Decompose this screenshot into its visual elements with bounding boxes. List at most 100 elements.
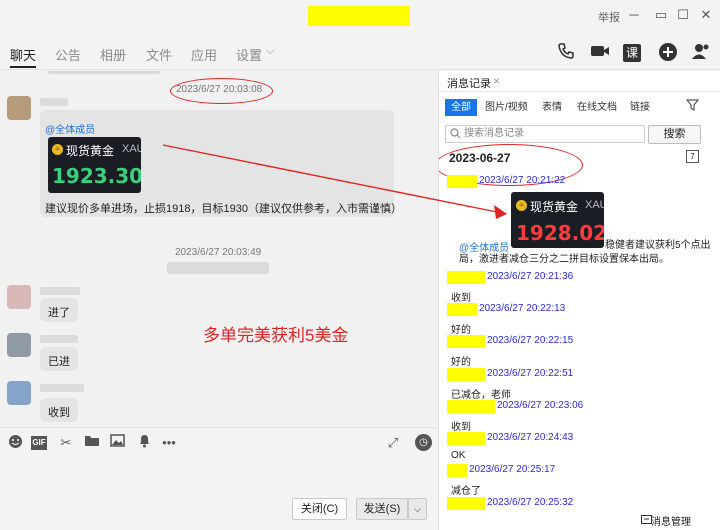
search-icon (450, 128, 461, 142)
message-text: 进了 (48, 307, 70, 319)
panel-title: 消息记录 (447, 78, 491, 90)
history-message-text: OK (451, 450, 466, 461)
history-timestamp: 2023/6/27 20:25:32 (487, 497, 574, 508)
mention-all[interactable]: @全体成员 (45, 121, 95, 136)
report-link[interactable]: 举报 (598, 9, 620, 25)
scissors-icon[interactable]: ✂ (57, 434, 75, 452)
gold-coin-icon: ≈ (52, 144, 63, 155)
sender-redaction (447, 335, 485, 348)
trade-advice-text: 建议现价多单进场，止损1918，目标1930（建议仅供参考，入市需谨慎） (45, 203, 402, 215)
avatar[interactable] (7, 285, 31, 309)
tab-images-videos[interactable]: 图片/视频 (485, 99, 528, 116)
input-toolbar: GIF ✂ ••• ⤢ ◷ (0, 427, 437, 457)
sender-name-blurred (40, 335, 78, 343)
history-timestamp: 2023/6/27 20:24:43 (487, 432, 574, 443)
gold-card-title: 现货黄金 (530, 200, 579, 214)
avatar[interactable] (7, 381, 31, 405)
history-message-text: 减仓了 (451, 486, 481, 497)
tab-stickers[interactable]: 表情 (542, 99, 562, 116)
message-timestamp: 2023/6/27 20:03:49 (175, 247, 262, 258)
profit-annotation: 多单完美获利5美金 (203, 326, 349, 345)
message-management-link[interactable]: 消息管理 (651, 513, 691, 528)
history-timestamp: 2023/6/27 20:21:22 (479, 175, 566, 186)
window-pin-icon[interactable]: ▭ (652, 6, 670, 24)
calendar-icon[interactable]: 7 (686, 150, 699, 163)
gold-price-card: ≈ 现货黄金 XAU 1923.30 (48, 137, 141, 193)
tab-all[interactable]: 全部 (445, 99, 477, 116)
sender-name-blurred (40, 287, 80, 295)
chat-history[interactable]: 2023/6/27 20:03:08 @全体成员 ≈ 现货黄金 XAU 1923… (0, 71, 437, 426)
expand-icon[interactable]: ⤢ (384, 434, 402, 452)
divider (439, 91, 720, 92)
sender-redaction (447, 497, 485, 510)
history-timestamp: 2023/6/27 20:21:36 (487, 271, 574, 282)
gif-icon[interactable]: GIF (31, 436, 47, 450)
sender-redaction (447, 464, 467, 477)
tab-online-docs[interactable]: 在线文档 (577, 99, 617, 116)
sender-name-blurred (40, 384, 84, 392)
send-options-chevron-icon[interactable]: ⌵ (408, 498, 427, 520)
active-tab-underline (10, 66, 36, 68)
close-icon[interactable]: ✕ (697, 6, 715, 24)
sender-redaction (447, 432, 485, 445)
emoji-icon[interactable] (6, 434, 24, 452)
tab-announcement[interactable]: 公告 (55, 45, 81, 64)
sender-redaction (447, 303, 477, 316)
history-message-text: 好的 (451, 325, 471, 336)
filter-icon[interactable] (685, 99, 700, 116)
blurred-message (48, 71, 160, 74)
phone-icon[interactable] (555, 42, 577, 64)
sender-name-blurred (40, 98, 68, 106)
history-timestamp: 2023/6/27 20:23:06 (497, 400, 584, 411)
history-icon[interactable]: ◷ (415, 434, 432, 451)
search-button[interactable]: 搜索 (648, 125, 701, 144)
tab-links[interactable]: 链接 (630, 99, 650, 116)
history-timestamp: 2023/6/27 20:22:51 (487, 368, 574, 379)
gold-card-symbol: XAU (585, 199, 604, 211)
more-dots-icon[interactable]: ••• (160, 434, 178, 452)
message-history-panel: ‹ 消息记录 × 全部 图片/视频 表情 在线文档 链接 搜索消息记录 搜索 2… (438, 71, 720, 530)
folder-icon[interactable] (83, 434, 101, 452)
message-bubble[interactable]: 进了 (40, 298, 78, 322)
bell-icon[interactable] (135, 434, 153, 452)
sender-redaction (447, 368, 485, 381)
group-nav: 聊天 公告 相册 文件 应用 设置 ⌵ 课 (0, 36, 720, 70)
tab-apps[interactable]: 应用 (191, 45, 217, 64)
image-icon[interactable] (108, 434, 126, 452)
message-text: 收到 (48, 407, 70, 419)
message-timestamp: 2023/6/27 20:03:08 (176, 84, 263, 95)
blurred-system-message (167, 262, 269, 274)
sender-redaction (447, 400, 495, 413)
avatar[interactable] (7, 96, 31, 120)
date-header: 2023-06-27 (449, 151, 511, 165)
tab-files[interactable]: 文件 (146, 45, 172, 64)
message-input-area[interactable]: 关闭(C) 发送(S) ⌵ (0, 457, 437, 530)
tab-settings[interactable]: 设置 (236, 45, 262, 64)
message-bubble[interactable]: 已进 (40, 347, 78, 371)
send-button[interactable]: 发送(S) (356, 498, 408, 520)
video-icon[interactable] (589, 42, 611, 64)
avatar[interactable] (7, 333, 31, 357)
chevron-down-icon[interactable]: ⌵ (266, 45, 274, 58)
history-message-text: 好的 (451, 357, 471, 368)
tab-chat[interactable]: 聊天 (10, 45, 36, 64)
minimize-icon[interactable]: ─ (625, 6, 643, 24)
class-icon[interactable]: 课 (623, 44, 641, 62)
add-icon[interactable] (657, 42, 679, 64)
tab-album[interactable]: 相册 (100, 45, 126, 64)
group-name-redaction (308, 6, 410, 26)
search-input[interactable]: 搜索消息记录 (445, 125, 645, 143)
close-icon[interactable]: × (493, 74, 500, 88)
gold-coin-icon: ≈ (516, 200, 527, 211)
group-members-icon[interactable] (690, 42, 712, 64)
message-text: 已进 (48, 356, 70, 368)
maximize-icon[interactable]: ☐ (674, 6, 692, 24)
sender-redaction (447, 175, 477, 188)
gold-card-symbol: XAU (122, 143, 141, 155)
gold-card-title: 现货黄金 (66, 144, 115, 158)
close-button[interactable]: 关闭(C) (292, 498, 347, 520)
history-message-text: 稳健者建议获利5个点出局，激进者减仓三分之二拼目标设置保本出局。 (459, 240, 711, 265)
history-timestamp: 2023/6/27 20:22:13 (479, 303, 566, 314)
history-timestamp: 2023/6/27 20:22:15 (487, 335, 574, 346)
message-bubble[interactable]: 收到 (40, 398, 78, 422)
